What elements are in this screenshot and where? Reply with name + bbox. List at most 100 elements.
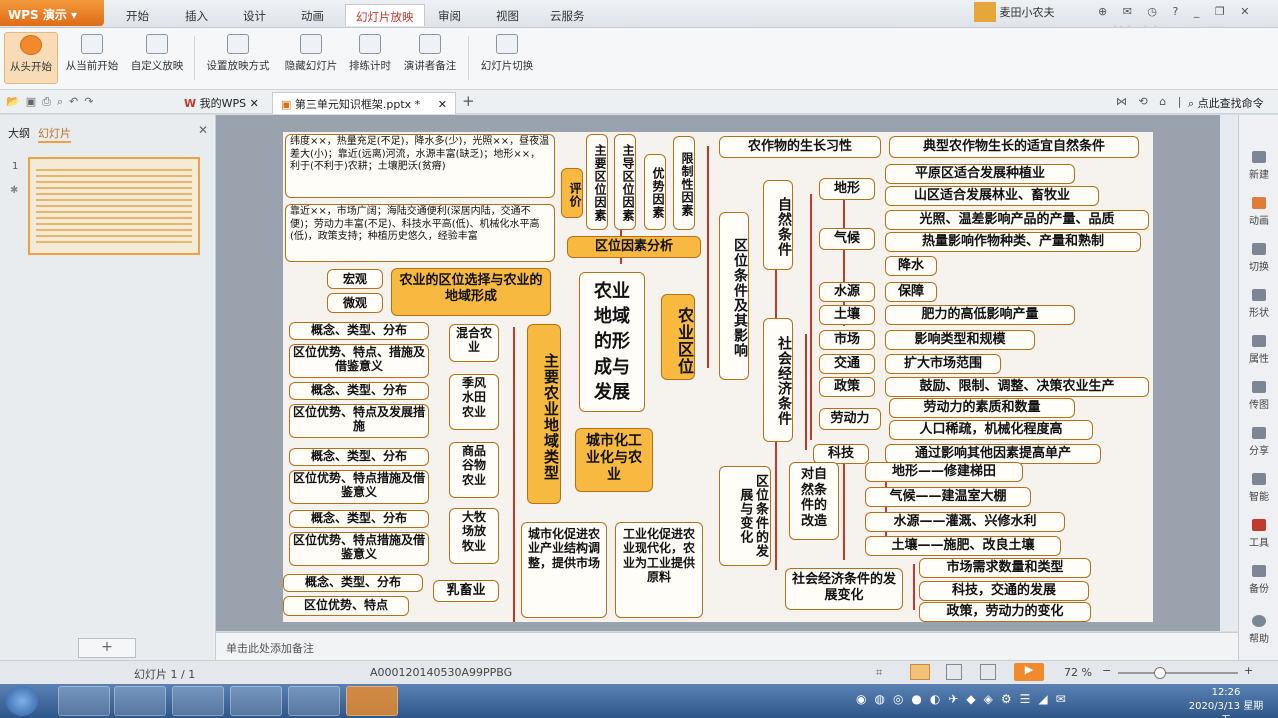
document-code: A000120140530A99PPBG [370,666,513,679]
system-tray-icons[interactable]: ◉◍◎●◐✈◆◈⚙☰◢✉ [856,692,1074,706]
tab-outline[interactable]: 大纲 [8,125,30,141]
normal-view-icon[interactable] [910,664,930,680]
clock[interactable]: 12:26 2020/3/13 星期五 [1186,686,1266,718]
property-label: 属性 [1249,354,1269,365]
taskbar-game-icon[interactable] [288,686,340,716]
tab-slideshow[interactable]: 幻灯片放映 [345,4,425,26]
animation-pane-button[interactable]: 动画 [1239,197,1278,227]
wps-app-menu-button[interactable]: WPS 演示 ▾ [0,0,104,26]
zoom-in-icon[interactable]: + [1244,664,1253,677]
fit-icon[interactable]: ⌗ [876,666,882,680]
tab-document[interactable]: ▣ 第三单元知识框架.pptx * ✕ [272,92,456,114]
timer-icon [359,34,381,54]
tab-animation[interactable]: 动画 [291,4,334,26]
close-icon[interactable]: ✕ [250,97,259,110]
hide-slide-icon [300,34,322,54]
zoom-slider[interactable] [1118,672,1238,674]
play-from-current-button[interactable]: 从当前开始 [62,32,122,84]
zoom-slider-thumb[interactable] [1154,667,1166,679]
tools-label: 工具 [1249,538,1269,549]
taskbar-explorer-icon[interactable] [114,686,166,716]
setup-show-button[interactable]: 设置放映方式 [200,32,276,84]
new-pane-button[interactable]: 新建 [1239,151,1278,181]
help-pane-button[interactable]: 帮助 [1239,615,1278,645]
shape-label: 形状 [1249,308,1269,319]
tab-insert[interactable]: 插入 [175,4,218,26]
tools-pane-button[interactable]: 工具 [1239,519,1278,549]
close-icon[interactable]: ✕ [438,98,447,111]
add-slide-button[interactable]: + [78,638,136,658]
change-tech: 科技，交通的发展 [919,581,1089,601]
improve-terrain: 地形——修建梯田 [865,462,1023,482]
notes-pane[interactable]: 单击此处添加备注 [216,632,1238,660]
commercial-grain: 商品谷物农业 [449,442,499,498]
property-icon [1252,335,1266,347]
dairy-concept: 概念、类型、分布 [283,574,423,592]
tab-start[interactable]: 开始 [116,4,159,26]
vertical-scrollbar[interactable] [1220,115,1238,631]
zoom-level[interactable]: 72 % [1064,666,1092,679]
property-pane-button[interactable]: 属性 [1239,335,1278,365]
taskbar-k-icon[interactable] [230,686,282,716]
hide-slide-label: 隐藏幻灯片 [284,60,338,72]
tab-view[interactable]: 视图 [486,4,529,26]
rehearse-timing-button[interactable]: 排练计时 [344,32,396,84]
start-button[interactable] [6,686,38,716]
tab-cloud[interactable]: 云服务 [540,4,595,26]
terrain-box: 地形 [819,178,875,200]
development-box: 区位条件的发展与变化 [719,466,771,566]
tech-effect: 通过影响其他因素提高单产 [885,444,1101,464]
location-conditions-box: 区位条件及其影响 [719,212,749,380]
speaker-notes-button[interactable]: 演讲者备注 [398,32,462,84]
tab-slides[interactable]: 幻灯片 [38,125,71,143]
tab-my-wps-label: 我的WPS [199,97,247,110]
slide-thumbnail[interactable] [28,157,200,255]
smart-pane-button[interactable]: 智能 [1239,473,1278,503]
taskbar-wps-icon[interactable] [346,686,398,716]
smart-icon [1252,473,1266,485]
quick-access-icons[interactable]: 📂▣⎙⌕↶↷ [6,95,99,109]
play-from-start-button[interactable]: 从头开始 [4,32,58,84]
tab-design[interactable]: 设计 [233,4,276,26]
taskbar-app-icon[interactable] [172,686,224,716]
image-pane-button[interactable]: 传图 [1239,381,1278,411]
new-tab-icon[interactable]: + [462,92,475,110]
window-controls-icon[interactable]: ⊕ ✉ ◷ ? _ ❐ ✕ [1098,5,1255,18]
taskbar-ie-icon[interactable] [58,686,110,716]
setup-show-label: 设置放映方式 [206,60,270,72]
custom-show-button[interactable]: 自定义放映 [126,32,188,84]
image-label: 传图 [1249,400,1269,411]
hide-slide-button[interactable]: 隐藏幻灯片 [280,32,342,84]
play-from-start-label: 从头开始 [10,61,52,73]
change-policy: 政策，劳动力的变化 [919,602,1091,622]
clock-time: 12:26 [1211,687,1241,698]
toolbar-icons[interactable]: ⋈ ⟲ ⌂ | [1116,95,1185,108]
connector-line [513,327,515,622]
share-pane-button[interactable]: 分享 [1239,427,1278,457]
dairy-advantages: 区位优势、特点 [283,596,409,616]
play-slideshow-icon[interactable]: ▶ [1014,663,1044,681]
transition-icon [1252,243,1266,255]
slide-transition-button[interactable]: 幻灯片切换 [474,32,540,84]
evaluation-box: 评价 [561,168,583,218]
command-search[interactable]: ⌕ 点此查找命令 [1188,95,1264,111]
tech-box: 科技 [813,444,869,464]
reading-view-icon[interactable] [980,664,996,680]
shape-pane-button[interactable]: 形状 [1239,289,1278,319]
sorter-view-icon[interactable] [946,664,962,680]
labor-box: 劳动力 [819,408,881,430]
app-name: WPS 演示 [8,8,67,22]
zoom-out-icon[interactable]: − [1102,664,1111,677]
tab-review[interactable]: 审阅 [428,4,471,26]
tab-my-wps[interactable]: W 我的WPS ✕ [176,92,267,114]
slide[interactable]: 纬度××，热量充足(不足)，降水多(少)，光照××，昼夜温差大(小)；靠近(远离… [283,132,1153,622]
play-from-current-label: 从当前开始 [65,60,119,72]
improve-climate: 气候——建温室大棚 [865,487,1031,507]
transition-pane-button[interactable]: 切换 [1239,243,1278,273]
backup-pane-button[interactable]: 备份 [1239,565,1278,595]
factor-advantage: 优势因素 [644,154,666,230]
ranching: 大牧场放牧业 [449,508,499,564]
close-panel-icon[interactable]: ✕ [198,123,208,137]
speaker-notes-label: 演讲者备注 [403,60,457,72]
command-search-label: 点此查找命令 [1197,97,1264,110]
